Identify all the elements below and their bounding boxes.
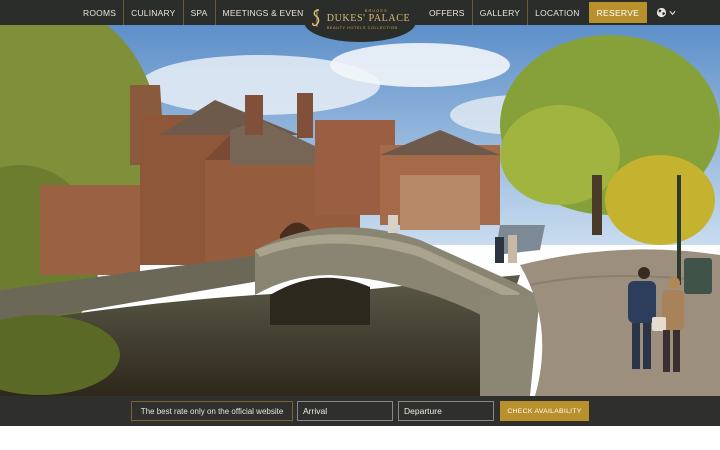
departure-date-input[interactable] — [398, 401, 494, 421]
check-availability-button[interactable]: CHECK AVAILABILITY — [500, 401, 589, 421]
best-rate-notice: The best rate only on the official websi… — [131, 401, 293, 421]
nav-item-rooms[interactable]: ROOMS — [76, 0, 125, 25]
booking-bar: The best rate only on the official websi… — [0, 396, 720, 426]
nav-item-gallery[interactable]: GALLERY — [473, 0, 529, 25]
arrival-date-input[interactable] — [297, 401, 393, 421]
hero-image — [0, 25, 720, 396]
nav-item-culinary[interactable]: CULINARY — [124, 0, 184, 25]
hotel-logo[interactable]: BRUGES DUKES' PALACE BEAUTY HOTELS COLLE… — [304, 0, 416, 42]
logo-monogram-icon — [311, 9, 320, 27]
globe-icon — [657, 7, 667, 18]
nav-right-group: OFFERS GALLERY LOCATION RESERVE — [422, 0, 676, 25]
chevron-down-icon — [669, 10, 676, 15]
logo-name: DUKES' PALACE — [326, 13, 411, 24]
nav-item-location[interactable]: LOCATION — [528, 0, 586, 25]
nav-item-offers[interactable]: OFFERS — [422, 0, 473, 25]
logo-wordmark: BRUGES DUKES' PALACE BEAUTY HOTELS COLLE… — [327, 8, 410, 30]
nav-left-group: ROOMS CULINARY SPA MEETINGS & EVENTS — [76, 0, 322, 25]
reserve-button[interactable]: RESERVE — [588, 2, 648, 23]
logo-subtitle: BEAUTY HOTELS COLLECTION — [326, 26, 398, 30]
language-selector[interactable] — [656, 7, 676, 18]
nav-item-spa[interactable]: SPA — [184, 0, 216, 25]
